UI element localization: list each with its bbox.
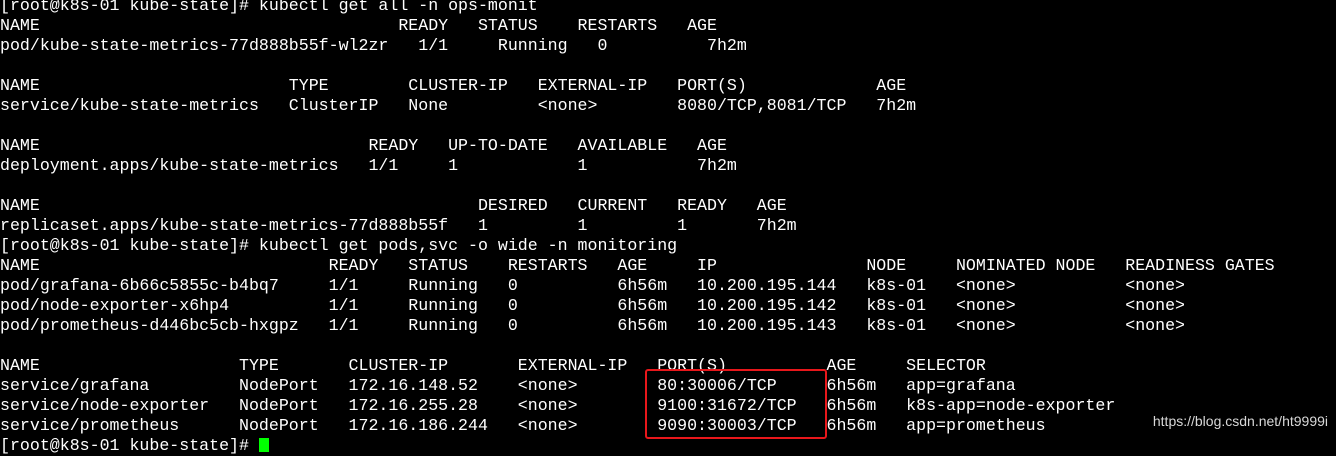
table-row: pod/prometheus-d446bc5cb-hxgpz 1/1 Runni…: [0, 316, 1185, 335]
prompt-line: [root@k8s-01 kube-state]# kubectl get al…: [0, 0, 538, 15]
table-header: NAME READY STATUS RESTARTS AGE IP NODE N…: [0, 256, 1275, 275]
prompt-line: [root@k8s-01 kube-state]# kubectl get po…: [0, 236, 678, 255]
prompt-text: [root@k8s-01 kube-state]#: [0, 436, 259, 455]
table-row: pod/kube-state-metrics-77d888b55f-wl2zr …: [0, 36, 747, 55]
table-row: deployment.apps/kube-state-metrics 1/1 1…: [0, 156, 737, 175]
table-row: replicaset.apps/kube-state-metrics-77d88…: [0, 216, 797, 235]
watermark-text: https://blog.csdn.net/ht9999i: [1152, 413, 1328, 429]
prompt-line: [root@k8s-01 kube-state]#: [0, 436, 1336, 456]
port-highlight-box: [645, 369, 827, 439]
terminal-cursor: [258, 438, 269, 452]
table-header: NAME DESIRED CURRENT READY AGE: [0, 196, 787, 215]
table-header: NAME READY UP-TO-DATE AVAILABLE AGE: [0, 136, 727, 155]
table-header: NAME READY STATUS RESTARTS AGE: [0, 16, 717, 35]
table-header: NAME TYPE CLUSTER-IP EXTERNAL-IP PORT(S)…: [0, 76, 907, 95]
table-row: pod/node-exporter-x6hp4 1/1 Running 0 6h…: [0, 296, 1185, 315]
table-row: service/kube-state-metrics ClusterIP Non…: [0, 96, 917, 115]
table-row: pod/grafana-6b66c5855c-b4bq7 1/1 Running…: [0, 276, 1185, 295]
